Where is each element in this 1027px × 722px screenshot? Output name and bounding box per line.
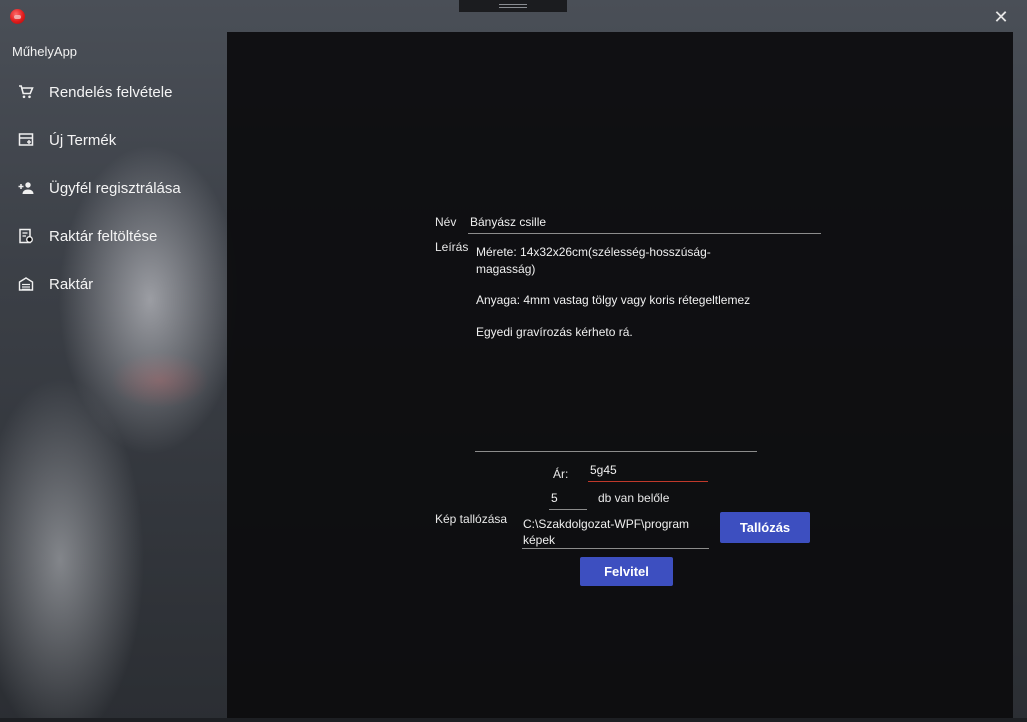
close-button[interactable]: ✕ [990, 6, 1012, 28]
price-input[interactable]: 5g45 [590, 463, 708, 479]
sidebar-item-label: Rendelés felvétele [49, 83, 173, 101]
quantity-suffix: db van belőle [598, 491, 670, 505]
quantity-input-underline [549, 509, 587, 510]
sidebar-item-warehouse[interactable]: Raktár [0, 264, 226, 304]
image-browse-label: Kép tallózása [435, 512, 508, 526]
price-label: Ár: [553, 467, 569, 481]
app-title: MűhelyApp [12, 44, 78, 59]
sidebar-item-register-customer[interactable]: Ügyfél regisztrálása [0, 168, 226, 208]
sidebar-item-order[interactable]: Rendelés felvétele [0, 72, 226, 112]
sidebar-item-stock-upload[interactable]: Raktár feltöltése [0, 216, 226, 256]
description-line: Mérete: 14x32x26cm(szélesség-hosszúság- [476, 245, 711, 259]
image-path-line: C:\Szakdolgozat-WPF\program [523, 517, 690, 531]
sidebar-item-label: Új Termék [49, 131, 117, 149]
name-label: Név [435, 215, 457, 229]
description-line: Anyaga: 4mm vastag tölgy vagy koris réte… [476, 293, 751, 307]
image-path-underline [522, 548, 709, 549]
taskbar-edge [0, 718, 1027, 722]
title-bar[interactable]: ✕ [0, 0, 1027, 32]
add-user-icon [18, 182, 34, 194]
sidebar-item-label: Ügyfél regisztrálása [49, 179, 181, 197]
quantity-input[interactable]: 5 [551, 491, 587, 507]
warehouse-icon [18, 277, 34, 291]
cart-icon [19, 85, 34, 99]
description-line: Egyedi gravírozás kérheto rá. [476, 325, 633, 339]
browse-button[interactable]: Tallózás [720, 512, 810, 543]
name-input-underline [468, 233, 821, 234]
description-textarea[interactable]: Mérete: 14x32x26cm(szélesség-hosszúság- … [474, 240, 758, 450]
sidebar-item-label: Raktár [49, 275, 94, 293]
image-path-field[interactable]: C:\Szakdolgozat-WPF\program képek [522, 516, 709, 548]
submit-button[interactable]: Felvitel [580, 557, 673, 586]
description-line: magasság) [476, 262, 536, 276]
sidebar-item-label: Raktár feltöltése [49, 227, 158, 245]
description-underline [475, 451, 757, 452]
description-label: Leírás [435, 240, 469, 254]
name-input[interactable]: Bányász csille [470, 215, 820, 231]
image-path-line: képek [523, 533, 556, 547]
price-input-error-underline [588, 481, 708, 482]
new-product-icon [18, 133, 34, 146]
drag-handle[interactable] [459, 0, 567, 12]
app-logo-icon [10, 9, 25, 24]
stock-upload-icon [19, 228, 33, 244]
sidebar-item-new-product[interactable]: Új Termék [0, 120, 226, 160]
